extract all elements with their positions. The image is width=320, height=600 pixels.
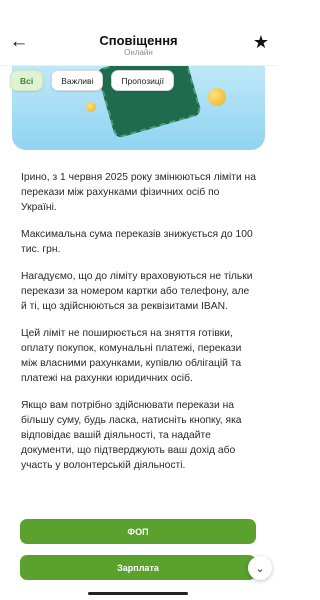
- message-paragraph: Ірино, з 1 червня 2025 року змінюються л…: [21, 172, 256, 213]
- filter-important[interactable]: Важливі: [51, 70, 104, 91]
- filter-offers[interactable]: Пропозиції: [111, 70, 174, 91]
- star-icon[interactable]: ★: [251, 32, 271, 54]
- coin-graphic: [86, 102, 96, 112]
- status-bar: 09:54 LTE: [0, 0, 277, 22]
- fop-button[interactable]: ФОП: [20, 519, 256, 544]
- message-paragraph: Максимальна сума переказів знижується до…: [21, 229, 253, 255]
- signal-label: LTE: [224, 5, 243, 17]
- home-indicator: [88, 592, 188, 595]
- message-body: Ірино, з 1 червня 2025 року змінюються л…: [21, 170, 257, 485]
- page-title: Сповіщення: [99, 33, 178, 48]
- online-status: Онлайн: [124, 48, 153, 57]
- message-paragraph: Цей ліміт не поширюється на зняття готів…: [21, 328, 242, 384]
- filter-all[interactable]: Всі: [10, 70, 44, 91]
- battery-icon: [247, 7, 263, 15]
- coin-graphic: [208, 88, 226, 106]
- filter-chips: Всі Важливі Пропозиції: [10, 70, 174, 91]
- chevron-down-icon[interactable]: ⌄: [248, 556, 272, 580]
- salary-button[interactable]: Зарплата: [20, 555, 256, 580]
- message-paragraph: Нагадуємо, що до ліміту враховуються не …: [21, 271, 253, 312]
- status-indicators: LTE: [225, 6, 263, 17]
- chat-header: ← Сповіщення Онлайн ★: [0, 22, 277, 66]
- message-paragraph: Якщо вам потрібно здійснювати перекази н…: [21, 400, 242, 471]
- status-time: 09:54: [14, 5, 40, 17]
